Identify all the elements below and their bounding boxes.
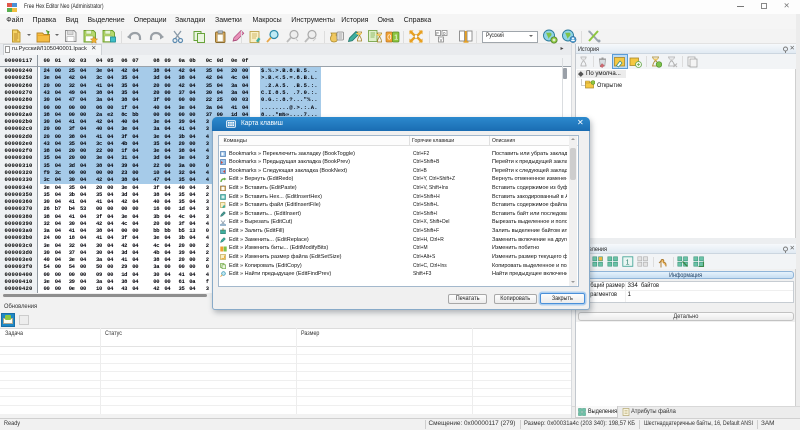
svg-text:1: 1 (625, 259, 629, 266)
svg-text:1: 1 (394, 32, 398, 41)
svg-text:0: 0 (387, 32, 391, 41)
svg-text:V: V (439, 38, 442, 43)
svg-text:F: F (436, 31, 439, 36)
